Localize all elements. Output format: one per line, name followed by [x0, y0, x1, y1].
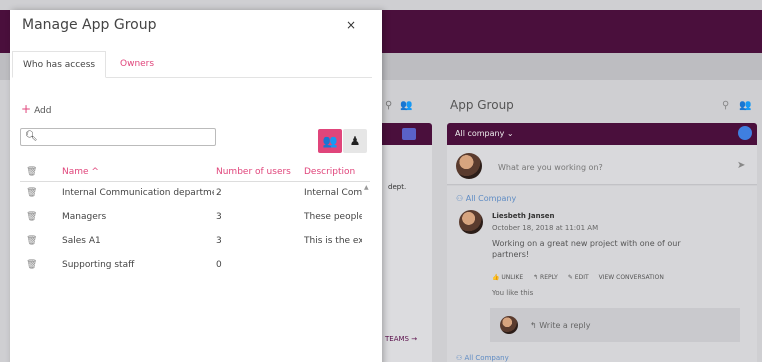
- column-number-of-users[interactable]: Number of users: [216, 167, 291, 177]
- feed-group-label: ⚇ All Company: [456, 194, 517, 203]
- table-row[interactable]: 🗑 Supporting staff 0: [20, 254, 370, 278]
- trash-icon[interactable]: 🗑: [26, 167, 37, 177]
- table-scrollbar[interactable]: ▲: [363, 184, 371, 362]
- teams-icon[interactable]: [402, 128, 416, 140]
- feed-scrollbar[interactable]: [748, 188, 756, 358]
- send-icon[interactable]: ➤: [737, 160, 745, 171]
- table-row[interactable]: 🗑 Sales A1 3 This is the ext: [20, 230, 370, 254]
- reply-button[interactable]: ↰ REPLY: [533, 274, 558, 281]
- likes-text: You like this: [492, 289, 534, 297]
- edit-button[interactable]: ✎ EDIT: [568, 274, 589, 281]
- groups-view-button[interactable]: 👥: [318, 129, 342, 153]
- row-users: 3: [216, 236, 222, 246]
- avatar: [456, 153, 482, 179]
- row-users: 0: [216, 260, 222, 270]
- search-input[interactable]: [39, 131, 209, 143]
- row-description: These people: [304, 212, 362, 222]
- table-row[interactable]: 🗑 Internal Communication department 2 In…: [20, 182, 370, 206]
- access-table: 🗑 Name ^ Number of users Description 🗑 I…: [20, 160, 370, 278]
- search-box: 🔍︎: [20, 128, 216, 146]
- left-dept-text: dept.: [388, 183, 407, 191]
- tab-who-has-access[interactable]: Who has access: [12, 51, 107, 78]
- tab-owners[interactable]: Owners: [110, 51, 164, 78]
- table-row[interactable]: 🗑 Managers 3 These people: [20, 206, 370, 230]
- modal-tabs: Who has access Owners: [12, 51, 372, 78]
- feed-group-label: ⚇ All Company: [456, 354, 509, 362]
- users-view-button[interactable]: ♟: [343, 129, 367, 153]
- reply-input[interactable]: ↰ Write a reply: [530, 321, 590, 330]
- modal-title: Manage App Group: [22, 17, 157, 33]
- row-name: Supporting staff: [62, 260, 135, 270]
- chevron-up-icon[interactable]: ▲: [364, 184, 369, 191]
- add-button[interactable]: + Add: [21, 102, 52, 116]
- row-name: Internal Communication department: [62, 188, 214, 198]
- users-icon[interactable]: 👥: [739, 100, 751, 111]
- teams-link[interactable]: TEAMS →: [385, 335, 417, 343]
- reply-box: [490, 308, 740, 342]
- trash-icon[interactable]: 🗑: [26, 236, 37, 246]
- post-input[interactable]: What are you working on?: [498, 163, 603, 172]
- person-icon: ♟: [349, 134, 361, 148]
- left-column-tools: ⚲ 👥: [385, 100, 413, 111]
- teams-icon[interactable]: [738, 126, 752, 140]
- app-group-tools: ⚲ 👥: [722, 100, 752, 111]
- table-header: 🗑 Name ^ Number of users Description: [20, 160, 370, 182]
- trash-icon[interactable]: 🗑: [26, 188, 37, 198]
- row-description: Internal Comm: [304, 188, 362, 198]
- trash-icon[interactable]: 🗑: [26, 260, 37, 270]
- post-actions: 👍 UNLIKE ↰ REPLY ✎ EDIT VIEW CONVERSATIO…: [492, 274, 664, 281]
- avatar: [500, 316, 518, 334]
- row-description: This is the ext: [304, 236, 362, 246]
- column-description[interactable]: Description: [304, 167, 355, 177]
- row-users: 2: [216, 188, 222, 198]
- post-date: October 18, 2018 at 11:01 AM: [492, 224, 599, 232]
- close-button[interactable]: ×: [346, 18, 356, 32]
- group-selector[interactable]: All company ⌄: [455, 129, 514, 138]
- row-users: 3: [216, 212, 222, 222]
- group-icon: 👥: [322, 134, 338, 148]
- link-icon[interactable]: ⚲: [385, 100, 392, 111]
- column-name[interactable]: Name ^: [62, 167, 99, 177]
- post-text: Working on a great new project with one …: [492, 239, 681, 259]
- avatar: [459, 210, 483, 234]
- unlike-button[interactable]: 👍 UNLIKE: [492, 274, 523, 281]
- row-name: Managers: [62, 212, 107, 222]
- search-icon: 🔍︎: [25, 131, 38, 142]
- post-author[interactable]: Liesbeth Jansen: [492, 212, 555, 220]
- link-icon[interactable]: ⚲: [722, 100, 729, 111]
- row-name: Sales A1: [62, 236, 101, 246]
- plus-icon: +: [21, 102, 32, 116]
- trash-icon[interactable]: 🗑: [26, 212, 37, 222]
- app-group-title: App Group: [450, 98, 514, 112]
- users-icon[interactable]: 👥: [400, 100, 412, 111]
- view-conversation-button[interactable]: VIEW CONVERSATION: [599, 274, 664, 281]
